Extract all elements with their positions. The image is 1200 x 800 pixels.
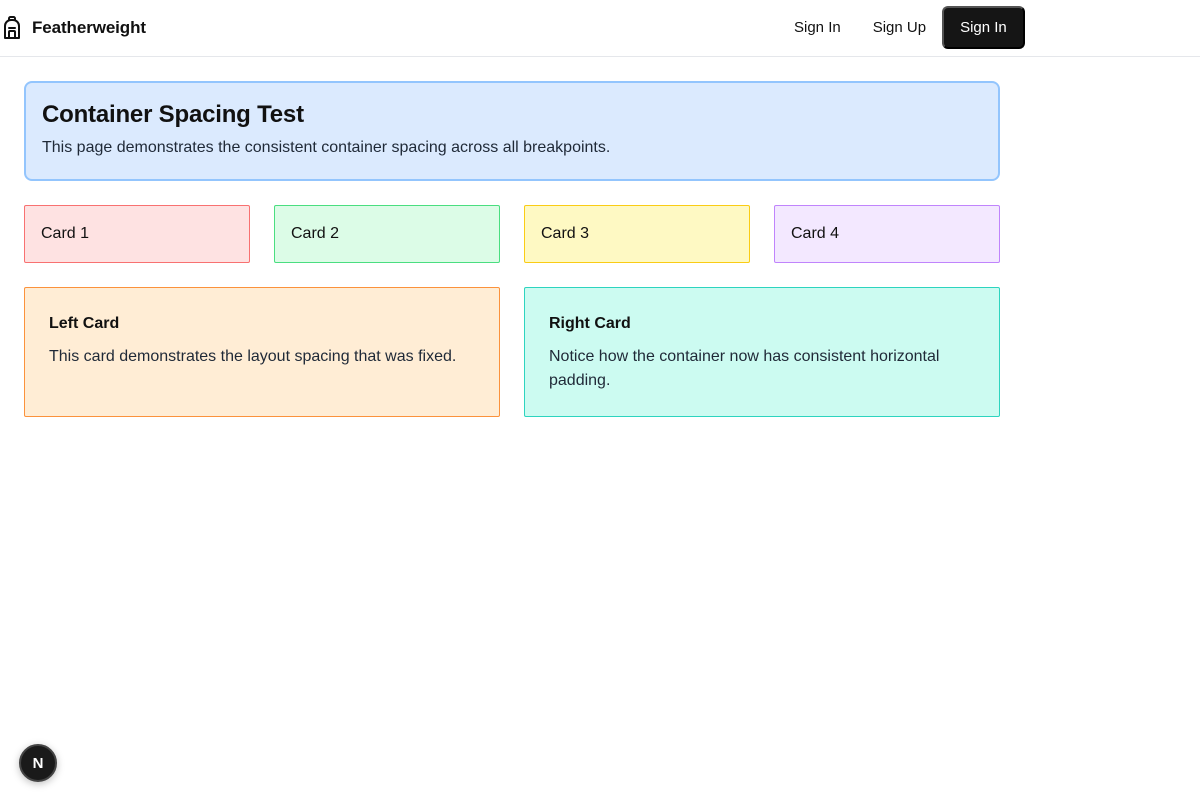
card-grid: Card 1 Card 2 Card 3 Card 4	[24, 205, 1000, 263]
page-description: This page demonstrates the consistent co…	[42, 139, 611, 156]
card-4: Card 4	[774, 205, 1000, 263]
brand[interactable]: Featherweight	[2, 16, 146, 40]
sign-in-button[interactable]: Sign In	[942, 6, 1025, 49]
card-2: Card 2	[274, 205, 500, 263]
nextjs-dev-badge[interactable]: N	[19, 744, 57, 782]
nextjs-icon: N	[32, 754, 44, 772]
brand-name: Featherweight	[32, 18, 146, 37]
two-column-section: Left Card This card demonstrates the lay…	[24, 287, 1000, 417]
left-card-text: This card demonstrates the layout spacin…	[49, 348, 457, 365]
top-navbar: Featherweight Sign In Sign Up Sign In	[0, 0, 1200, 57]
left-card: Left Card This card demonstrates the lay…	[24, 287, 500, 417]
card-3: Card 3	[524, 205, 750, 263]
hero-panel: Container Spacing Test This page demonst…	[24, 81, 1000, 181]
right-card: Right Card Notice how the container now …	[524, 287, 1000, 417]
right-card-title: Right Card	[549, 315, 631, 332]
right-card-text: Notice how the container now has consist…	[549, 348, 940, 389]
sign-up-link[interactable]: Sign Up	[857, 6, 942, 49]
left-card-title: Left Card	[49, 315, 120, 332]
page-title: Container Spacing Test	[42, 101, 304, 128]
sign-in-link[interactable]: Sign In	[778, 6, 857, 49]
backpack-icon	[2, 16, 22, 40]
card-1: Card 1	[24, 205, 250, 263]
nav-actions: Sign In Sign Up Sign In	[778, 6, 1025, 49]
